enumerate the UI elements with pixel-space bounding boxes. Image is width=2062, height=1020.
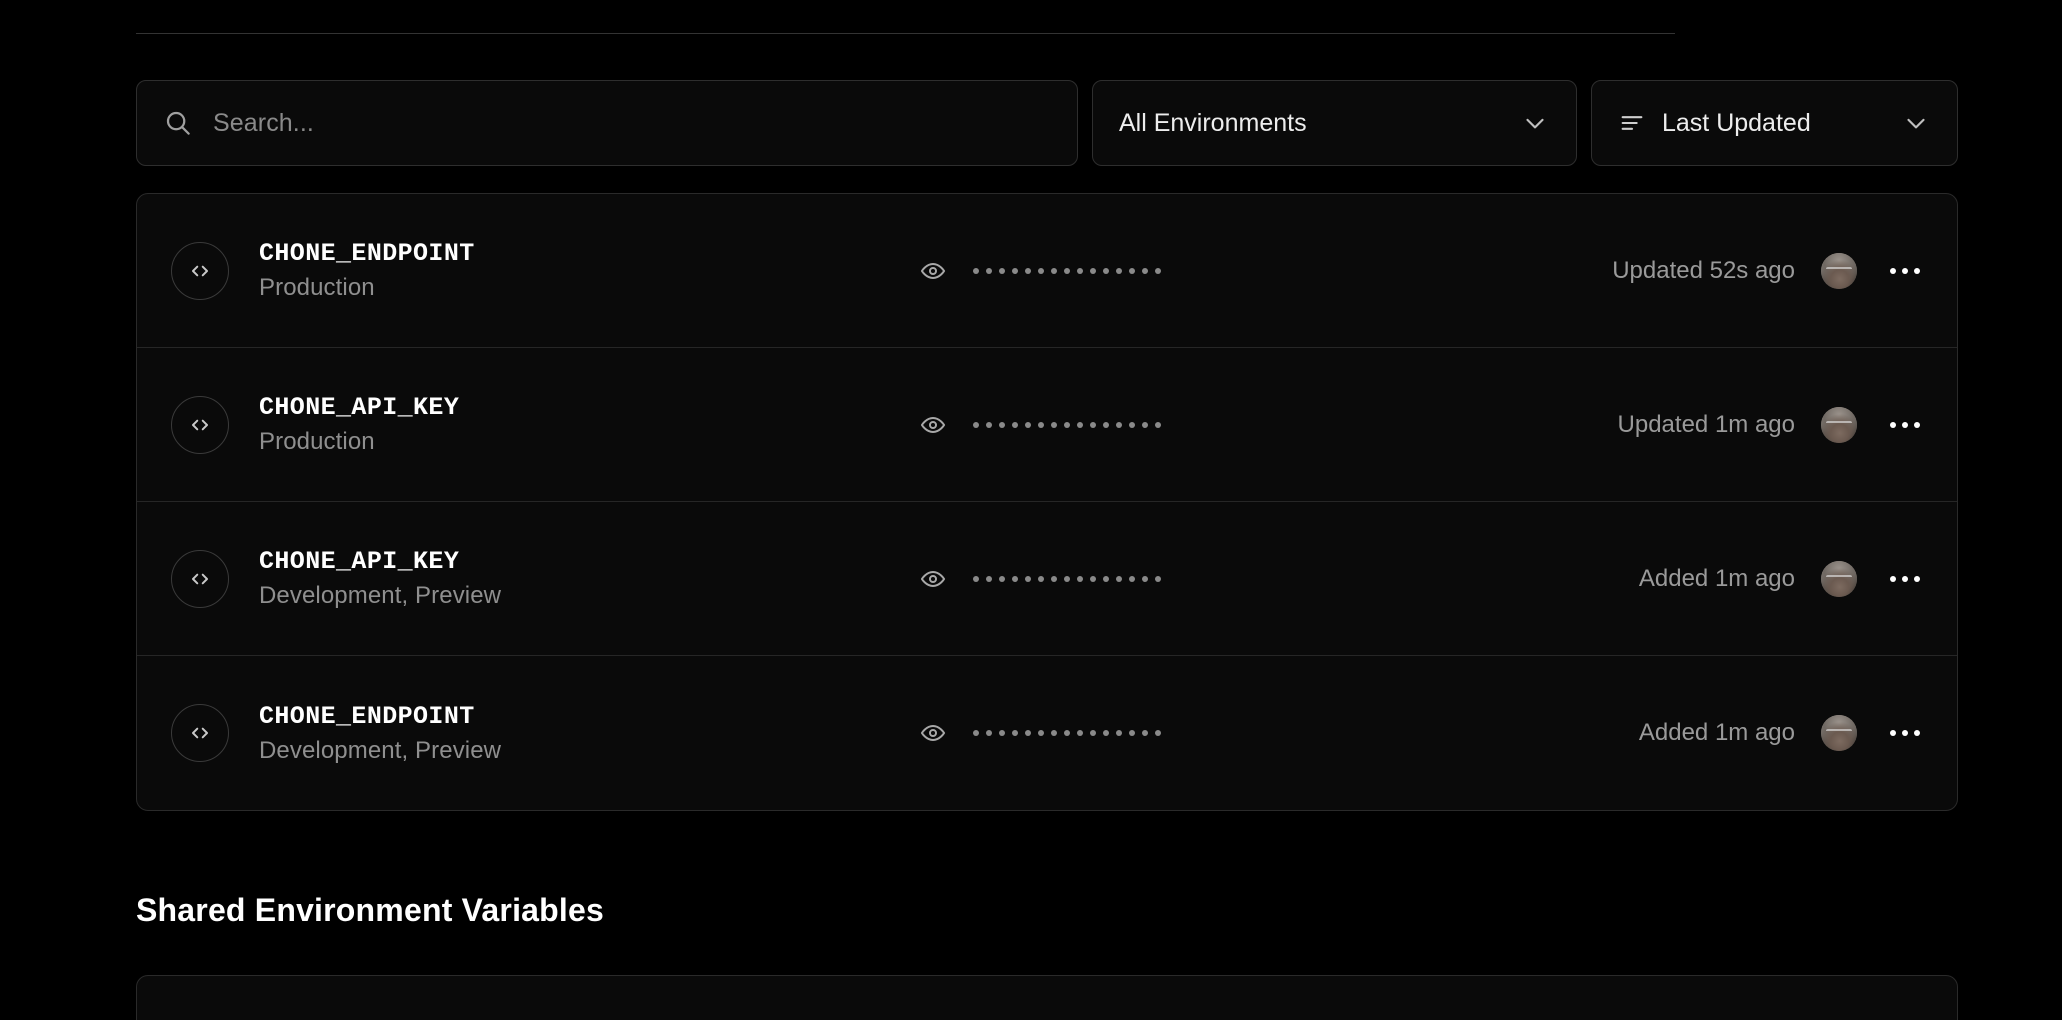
- variable-meta: Updated 52s ago: [1612, 249, 1927, 293]
- code-brackets-icon: [171, 549, 229, 608]
- variable-value-cell: [919, 719, 1639, 747]
- more-options-icon[interactable]: [1883, 557, 1927, 601]
- table-row[interactable]: CHONE_ENDPOINT Production Updated 52s ag…: [137, 194, 1957, 348]
- variable-timestamp: Added 1m ago: [1638, 564, 1795, 592]
- environment-filter-label: All Environments: [1119, 108, 1307, 137]
- variable-identity: CHONE_ENDPOINT Production: [259, 239, 919, 302]
- variable-identity: CHONE_API_KEY Production: [259, 393, 919, 456]
- variable-environments: Development, Preview: [259, 736, 502, 764]
- search-icon: [163, 108, 193, 138]
- chevron-down-icon: [1520, 108, 1550, 138]
- shared-variables-card: [136, 975, 1958, 1020]
- variable-key: CHONE_API_KEY: [259, 393, 460, 422]
- eye-icon[interactable]: [919, 719, 947, 747]
- code-brackets-icon: [171, 704, 229, 762]
- variable-identity: CHONE_API_KEY Development, Preview: [259, 547, 919, 610]
- table-row[interactable]: CHONE_API_KEY Development, Preview Added…: [137, 502, 1957, 656]
- variable-key: CHONE_ENDPOINT: [259, 239, 475, 268]
- table-row[interactable]: CHONE_API_KEY Production Updated 1m ago: [137, 348, 1957, 502]
- variable-value-cell: [919, 411, 1618, 439]
- avatar: [1821, 406, 1857, 443]
- variable-environments: Production: [259, 274, 375, 301]
- variable-value-cell: [919, 565, 1639, 593]
- sort-lines-icon: [1618, 109, 1646, 137]
- eye-icon[interactable]: [919, 565, 947, 593]
- variable-key: CHONE_ENDPOINT: [259, 701, 475, 731]
- variables-toolbar: All Environments Last Updated: [136, 80, 1958, 166]
- environment-variables-list: CHONE_ENDPOINT Production Updated 52s ag…: [136, 193, 1958, 811]
- more-options-icon[interactable]: [1883, 403, 1927, 447]
- avatar: [1821, 715, 1857, 751]
- variable-identity: CHONE_ENDPOINT Development, Preview: [259, 702, 919, 765]
- masked-value: [973, 730, 1161, 736]
- masked-value: [973, 421, 1161, 428]
- search-field[interactable]: [136, 80, 1078, 166]
- chevron-down-icon: [1901, 108, 1931, 138]
- variable-environments: Production: [259, 428, 375, 455]
- variable-value-cell: [919, 257, 1612, 285]
- search-input[interactable]: [213, 108, 1051, 138]
- sort-filter-label: Last Updated: [1662, 108, 1811, 137]
- variable-environments: Development, Preview: [259, 582, 502, 609]
- variable-meta: Updated 1m ago: [1618, 403, 1927, 447]
- masked-value: [973, 575, 1161, 582]
- variable-meta: Added 1m ago: [1639, 557, 1927, 601]
- variable-meta: Added 1m ago: [1639, 711, 1927, 755]
- environment-filter-select[interactable]: All Environments: [1092, 80, 1577, 166]
- code-brackets-icon: [171, 395, 229, 454]
- eye-icon[interactable]: [919, 257, 947, 285]
- variable-timestamp: Added 1m ago: [1638, 719, 1795, 746]
- eye-icon[interactable]: [919, 411, 947, 439]
- masked-value: [973, 267, 1161, 274]
- variable-key: CHONE_API_KEY: [259, 547, 460, 576]
- variable-timestamp: Updated 52s ago: [1612, 256, 1795, 284]
- section-divider: [136, 33, 1675, 34]
- more-options-icon[interactable]: [1883, 711, 1927, 755]
- table-row[interactable]: CHONE_ENDPOINT Development, Preview Adde…: [137, 656, 1957, 810]
- shared-env-variables-heading: Shared Environment Variables: [136, 892, 604, 928]
- sort-filter-select[interactable]: Last Updated: [1591, 80, 1958, 166]
- more-options-icon[interactable]: [1883, 249, 1927, 293]
- avatar: [1821, 560, 1857, 597]
- avatar: [1821, 252, 1857, 289]
- variable-timestamp: Updated 1m ago: [1617, 410, 1795, 438]
- env-variables-page: All Environments Last Updated: [0, 0, 2062, 1020]
- code-brackets-icon: [171, 241, 229, 300]
